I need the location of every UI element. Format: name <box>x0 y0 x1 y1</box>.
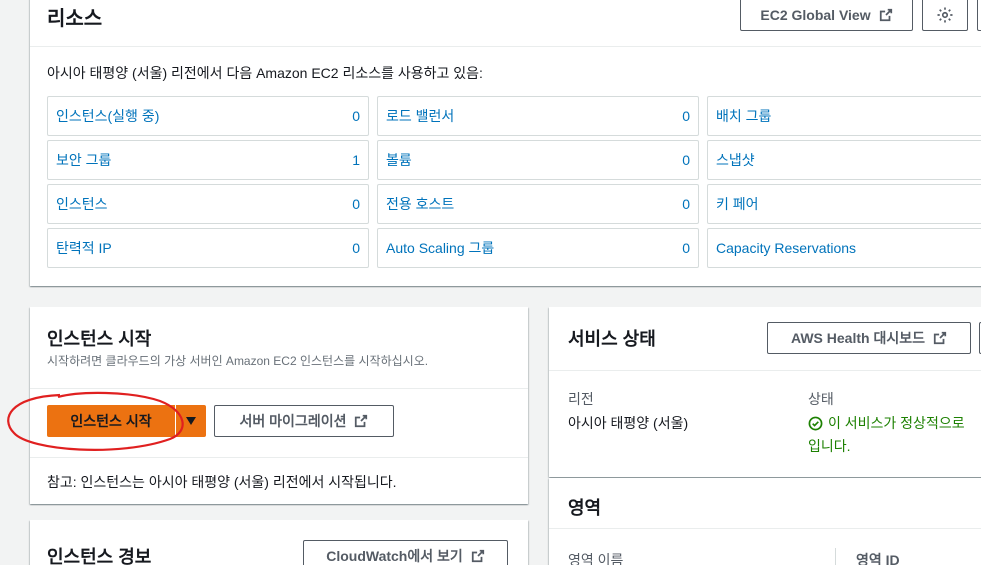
aws-health-dashboard-label: AWS Health 대시보드 <box>791 330 925 346</box>
resource-elastic-ips[interactable]: 탄력적 IP 0 <box>47 228 369 268</box>
launch-instance-title: 인스턴스 시작 <box>47 329 152 349</box>
zones-divider <box>549 528 981 529</box>
ec2-global-view-button[interactable]: EC2 Global View <box>740 0 913 31</box>
status-line2: 입니다. <box>808 438 851 454</box>
resources-title: 리소스 <box>47 8 103 30</box>
aws-health-dashboard-button[interactable]: AWS Health 대시보드 <box>767 322 971 354</box>
resources-description: 아시아 태평양 (서울) 리전에서 다음 Amazon EC2 리소스를 사용하… <box>47 65 483 81</box>
server-migration-label: 서버 마이그레이션 <box>239 413 347 429</box>
resource-security-groups[interactable]: 보안 그룹 1 <box>47 140 369 180</box>
resource-snapshots[interactable]: 스냅샷 <box>707 140 981 180</box>
launch-note: 참고: 인스턴스는 아시아 태평양 (서울) 리전에서 시작됩니다. <box>47 474 397 490</box>
zones-col-name: 영역 이름 <box>568 552 624 565</box>
external-link-icon <box>879 8 892 21</box>
zones-title: 영역 <box>568 498 602 518</box>
resource-dedicated-hosts[interactable]: 전용 호스트 0 <box>377 184 699 224</box>
cloudwatch-button[interactable]: CloudWatch에서 보기 <box>303 540 508 565</box>
resources-header-divider <box>30 46 981 47</box>
resource-load-balancers[interactable]: 로드 밸런서 0 <box>377 96 699 136</box>
resource-placement-groups[interactable]: 배치 그룹 <box>707 96 981 136</box>
status-label: 상태 <box>808 391 834 407</box>
ec2-global-view-label: EC2 Global View <box>760 6 871 23</box>
region-value: 아시아 태평양 (서울) <box>568 415 689 431</box>
region-label: 리전 <box>568 391 594 407</box>
service-health-title: 서비스 상태 <box>568 329 656 349</box>
gear-icon <box>937 7 953 22</box>
server-migration-button[interactable]: 서버 마이그레이션 <box>214 405 394 437</box>
resource-instances-running[interactable]: 인스턴스(실행 중) 0 <box>47 96 369 136</box>
launch-divider-bottom <box>30 457 528 458</box>
resource-instances[interactable]: 인스턴스 0 <box>47 184 369 224</box>
resource-capacity-reservations[interactable]: Capacity Reservations <box>707 228 981 268</box>
resource-auto-scaling-groups[interactable]: Auto Scaling 그룹 0 <box>377 228 699 268</box>
service-health-divider <box>549 370 981 371</box>
resource-volumes[interactable]: 볼륨 0 <box>377 140 699 180</box>
annotation-ellipse <box>7 391 184 451</box>
status-value: 이 서비스가 정상적으로 <box>808 413 965 433</box>
check-circle-icon <box>808 416 823 430</box>
launch-instance-subtitle: 시작하려면 클라우드의 가상 서버인 Amazon EC2 인스턴스를 시작하십… <box>47 354 429 368</box>
external-link-icon <box>933 331 947 345</box>
status-line1: 이 서비스가 정상적으로 <box>828 415 965 431</box>
external-link-icon <box>471 549 484 563</box>
zones-col-separator <box>835 548 836 565</box>
resource-key-pairs[interactable]: 키 페어 <box>707 184 981 224</box>
instance-alarms-title: 인스턴스 경보 <box>47 547 152 565</box>
zones-col-id: 영역 ID <box>856 552 900 565</box>
preferences-button[interactable] <box>922 0 968 31</box>
external-link-icon <box>355 414 368 428</box>
overflow-button[interactable] <box>977 0 981 31</box>
cloudwatch-button-label: CloudWatch에서 보기 <box>326 548 463 564</box>
